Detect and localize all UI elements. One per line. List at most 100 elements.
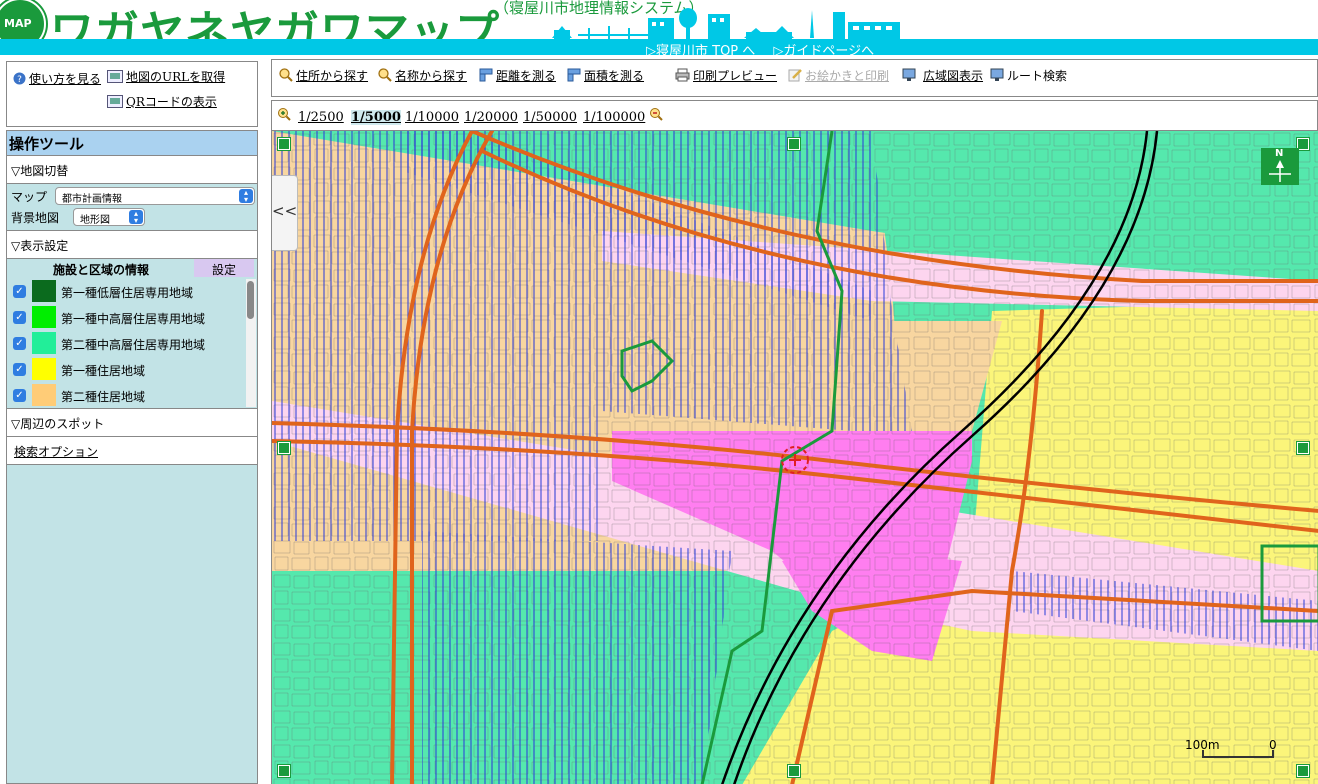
measure-distance-link[interactable]: 距離を測る	[496, 69, 556, 83]
map-url-icon	[107, 70, 123, 83]
draw-print-link: お絵かきと印刷	[805, 69, 890, 83]
name-search-link[interactable]: 名称から探す	[395, 69, 467, 83]
pan-west-icon[interactable]	[277, 441, 291, 455]
print-preview-link[interactable]: 印刷プレビュー	[693, 69, 777, 83]
monitor-icon	[902, 68, 916, 81]
north-label: N	[1275, 148, 1284, 159]
legend-item[interactable]: ✓ 第二種中高層住居専用地域	[10, 331, 246, 357]
link-guide-page[interactable]: ▷ガイドページへ	[773, 44, 874, 55]
checkbox-checked-icon[interactable]: ✓	[13, 285, 26, 298]
measure-area-tool[interactable]: 面積を測る	[567, 67, 644, 84]
scale-option[interactable]: 1/10000	[405, 110, 459, 125]
nearby-spots-toggle[interactable]: ▽周辺のスポット	[7, 409, 257, 437]
tools-title: 操作ツール	[7, 131, 257, 156]
address-search-link[interactable]: 住所から探す	[296, 69, 368, 83]
scale-link[interactable]: 1/20000	[464, 110, 518, 125]
map-select[interactable]: 都市計画情報 ▴ ▾	[55, 187, 255, 205]
legend-item-label: 第一種低層住居専用地域	[61, 286, 194, 300]
map-toolbar: 住所から探す 名称から探す 距離を測る 面積を測る 印刷プレビュー お絵かきと印…	[271, 59, 1318, 97]
ruler-icon	[567, 68, 581, 82]
qr-icon	[107, 95, 123, 108]
bg-map-select-value: 地形図	[80, 215, 110, 226]
map-select-value: 都市計画情報	[62, 194, 122, 205]
pan-southeast-icon[interactable]	[1296, 764, 1310, 778]
bg-map-label: 背景地図	[11, 211, 60, 225]
scale-option[interactable]: 1/2500	[298, 110, 344, 125]
legend-header-label: 施設と区域の情報	[53, 263, 150, 277]
collapse-panel-button[interactable]: <<	[272, 175, 298, 251]
scale-option[interactable]: 1/100000	[583, 110, 645, 125]
checkbox-checked-icon[interactable]: ✓	[13, 311, 26, 324]
tools-panel: 操作ツール ▽地図切替 マップ 都市計画情報 ▴ ▾ 背景地図 地形図 ▴ ▾ ▽表…	[6, 130, 258, 784]
scale-option[interactable]: 1/50000	[523, 110, 577, 125]
map-url-link-wrap: 地図のURLを取得	[107, 68, 225, 85]
legend-item-label: 第一種住居地域	[61, 364, 146, 378]
measure-distance-tool[interactable]: 距離を測る	[479, 67, 556, 84]
pencil-icon	[788, 69, 802, 82]
measure-area-link[interactable]: 面積を測る	[584, 69, 644, 83]
map-switch-section: マップ 都市計画情報 ▴ ▾ 背景地図 地形図 ▴ ▾	[7, 184, 257, 231]
scale-option-active[interactable]: 1/5000	[351, 110, 401, 125]
select-chevron-icon: ▴ ▾	[129, 210, 143, 225]
scale-link[interactable]: 1/50000	[523, 110, 577, 125]
wide-view-tool[interactable]: 広域図表示	[902, 67, 983, 84]
map-label: マップ	[11, 190, 48, 204]
pan-south-icon[interactable]	[787, 764, 801, 778]
search-option-link[interactable]: 検索オプション	[14, 445, 98, 459]
how-to-link[interactable]: 使い方を見る	[29, 72, 101, 86]
magnifier-icon	[378, 68, 392, 82]
legend-item[interactable]: ✓ 第二種住居地域	[10, 383, 246, 409]
legend-item-label: 第二種中高層住居専用地域	[61, 338, 206, 352]
draw-print-tool: お絵かきと印刷	[788, 67, 889, 84]
name-search-tool[interactable]: 名称から探す	[378, 67, 467, 84]
scale-link[interactable]: 1/10000	[405, 110, 459, 125]
legend-header: 施設と区域の情報 設定	[7, 259, 257, 277]
help-box: ? 使い方を見る 地図のURLを取得 QRコードの表示	[6, 61, 258, 127]
magnifier-icon	[279, 68, 293, 82]
scale-selector: 1/2500 1/5000 1/10000 1/20000 1/50000 1/…	[271, 100, 1318, 130]
scale-link[interactable]: 1/100000	[583, 110, 645, 125]
pan-east-icon[interactable]	[1296, 441, 1310, 455]
pan-southwest-icon[interactable]	[277, 764, 291, 778]
zoom-out-icon[interactable]	[649, 107, 663, 121]
legend-item[interactable]: ✓ 第一種住居地域	[10, 357, 246, 383]
legend-scroll-thumb[interactable]	[247, 281, 254, 319]
checkbox-checked-icon[interactable]: ✓	[13, 389, 26, 402]
pan-north-icon[interactable]	[787, 137, 801, 151]
legend-swatch	[32, 358, 56, 380]
scale-bar-line	[1202, 750, 1274, 758]
link-city-top[interactable]: ▷寝屋川市 TOP へ	[646, 44, 755, 55]
map-url-link[interactable]: 地図のURLを取得	[126, 70, 225, 84]
zoom-in-icon[interactable]	[277, 107, 291, 121]
checkbox-checked-icon[interactable]: ✓	[13, 337, 26, 350]
route-search-link[interactable]: ルート検索	[1007, 69, 1067, 83]
north-arrow-shape	[1269, 160, 1291, 182]
legend-setting-button[interactable]: 設定	[194, 259, 254, 277]
printer-icon	[675, 68, 690, 82]
legend-item[interactable]: ✓ 第一種低層住居専用地域	[10, 279, 246, 305]
legend-item[interactable]: ✓ 第一種中高層住居専用地域	[10, 305, 246, 331]
legend-panel: 施設と区域の情報 設定 ✓ 第一種低層住居専用地域 ✓ 第一種中高層住居専用地域…	[7, 259, 257, 409]
bg-map-select[interactable]: 地形図 ▴ ▾	[73, 208, 145, 226]
qr-link[interactable]: QRコードの表示	[126, 95, 217, 109]
address-search-tool[interactable]: 住所から探す	[279, 67, 368, 84]
legend-scrollbar[interactable]	[246, 279, 256, 407]
scale-option[interactable]: 1/20000	[464, 110, 518, 125]
map-canvas[interactable]: << N 100m 0	[271, 130, 1318, 784]
wide-view-link[interactable]: 広域図表示	[923, 69, 983, 83]
logo-text: MAP	[4, 17, 32, 30]
skyline-illustration	[552, 8, 900, 40]
print-preview-tool[interactable]: 印刷プレビュー	[675, 67, 777, 84]
checkbox-checked-icon[interactable]: ✓	[13, 363, 26, 376]
scale-link[interactable]: 1/5000	[351, 110, 401, 125]
select-chevron-icon: ▴ ▾	[239, 189, 253, 204]
map-switch-toggle[interactable]: ▽地図切替	[7, 156, 257, 184]
header-links: ▷寝屋川市 TOP へ ▷ガイドページへ	[646, 40, 888, 55]
legend-swatch	[32, 306, 56, 328]
pan-northwest-icon[interactable]	[277, 137, 291, 151]
legend-item-label: 第一種中高層住居専用地域	[61, 312, 206, 326]
route-search-tool[interactable]: ルート検索	[990, 67, 1067, 84]
scale-link[interactable]: 1/2500	[298, 110, 344, 125]
display-settings-toggle[interactable]: ▽表示設定	[7, 231, 257, 259]
zoning-map[interactable]	[272, 131, 1318, 784]
